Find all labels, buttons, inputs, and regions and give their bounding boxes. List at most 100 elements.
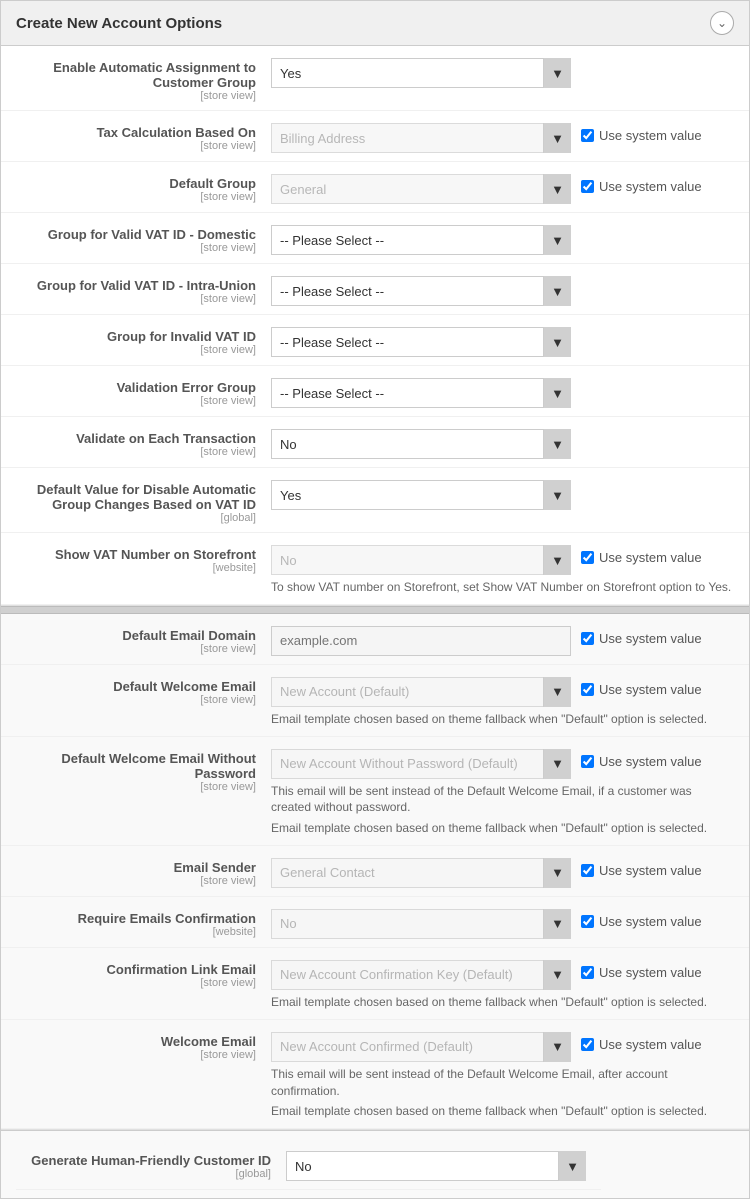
panel-header: Create New Account Options ⌄ (1, 1, 749, 46)
form-row-group-valid-vat-intra-union: Group for Valid VAT ID - Intra-Union[sto… (1, 264, 749, 315)
default-email-domain-use-system-value[interactable]: Use system value (581, 626, 702, 646)
group-valid-vat-intra-union-label: Group for Valid VAT ID - Intra-Union (16, 278, 256, 293)
tax-calculation-based-on-use-system-value-label: Use system value (599, 128, 702, 143)
tax-calculation-based-on-scope: [store view] (16, 140, 256, 152)
default-welcome-email-no-password-hint: Email template chosen based on theme fal… (271, 820, 734, 837)
require-emails-confirmation-select: NoYes (271, 909, 571, 939)
undefined-label-area: Generate Human-Friendly Customer ID[glob… (31, 1147, 286, 1180)
show-vat-number-hint: To show VAT number on Storefront, set Sh… (271, 579, 734, 596)
validation-error-group-select-wrap: -- Please Select --▼ (271, 378, 571, 408)
default-welcome-email-no-password-select: New Account Without Password (Default) (271, 749, 571, 779)
group-invalid-vat-label-area: Group for Invalid VAT ID[store view] (16, 323, 271, 356)
default-welcome-email-no-password-control-area: New Account Without Password (Default)▼U… (271, 745, 734, 837)
form-row-default-welcome-email: Default Welcome Email[store view]New Acc… (1, 665, 749, 737)
form-row-disable-auto-group-changes: Default Value for Disable Automatic Grou… (1, 468, 749, 533)
form-row-default-welcome-email-no-password: Default Welcome Email Without Password[s… (1, 737, 749, 846)
auto-assign-customer-group-select-wrap: YesNo▼ (271, 58, 571, 88)
default-welcome-email-control-area: New Account (Default)▼Use system valueEm… (271, 673, 734, 728)
validate-each-transaction-select[interactable]: NoYes (271, 429, 571, 459)
email-sender-select-wrap: General Contact▼ (271, 858, 571, 888)
require-emails-confirmation-use-system-value[interactable]: Use system value (581, 909, 702, 929)
default-group-use-system-value[interactable]: Use system value (581, 174, 702, 194)
tax-calculation-based-on-select: Billing AddressShipping Address (271, 123, 571, 153)
undefined-scope: [global] (31, 1168, 271, 1180)
tax-calculation-based-on-use-system-value-checkbox[interactable] (581, 129, 594, 142)
default-welcome-email-no-password-use-system-value-label: Use system value (599, 754, 702, 769)
welcome-email-hint: Email template chosen based on theme fal… (271, 1103, 734, 1120)
welcome-email-use-system-value-checkbox[interactable] (581, 1038, 594, 1051)
default-email-domain-label: Default Email Domain (16, 628, 256, 643)
welcome-email-use-system-value[interactable]: Use system value (581, 1032, 702, 1052)
default-welcome-email-use-system-value-checkbox[interactable] (581, 683, 594, 696)
default-welcome-email-no-password-hint2: This email will be sent instead of the D… (271, 783, 734, 817)
confirmation-link-email-use-system-value-checkbox[interactable] (581, 966, 594, 979)
group-invalid-vat-select[interactable]: -- Please Select -- (271, 327, 571, 357)
show-vat-number-use-system-value[interactable]: Use system value (581, 545, 702, 565)
default-group-select-wrap: GeneralWholesaleRetailer▼ (271, 174, 571, 204)
undefined-select[interactable]: NoYes (286, 1151, 586, 1181)
confirmation-link-email-use-system-value[interactable]: Use system value (581, 960, 702, 980)
email-sender-use-system-value-checkbox[interactable] (581, 864, 594, 877)
default-welcome-email-use-system-value[interactable]: Use system value (581, 677, 702, 697)
confirmation-link-email-select: New Account Confirmation Key (Default) (271, 960, 571, 990)
group-valid-vat-intra-union-select[interactable]: -- Please Select -- (271, 276, 571, 306)
default-group-use-system-value-checkbox[interactable] (581, 180, 594, 193)
validate-each-transaction-control-area: NoYes▼ (271, 425, 734, 459)
form-row-validation-error-group: Validation Error Group[store view]-- Ple… (1, 366, 749, 417)
welcome-email-scope: [store view] (16, 1049, 256, 1061)
group-valid-vat-domestic-select[interactable]: -- Please Select -- (271, 225, 571, 255)
panel-title: Create New Account Options (16, 15, 222, 32)
form-row-undefined: Generate Human-Friendly Customer ID[glob… (16, 1139, 601, 1190)
default-welcome-email-no-password-label: Default Welcome Email Without Password (16, 751, 256, 781)
require-emails-confirmation-scope: [website] (16, 926, 256, 938)
group-valid-vat-intra-union-select-wrap: -- Please Select --▼ (271, 276, 571, 306)
show-vat-number-select: NoYes (271, 545, 571, 575)
validate-each-transaction-label: Validate on Each Transaction (16, 431, 256, 446)
show-vat-number-control-area: NoYes▼ Use system value To show VAT number… (271, 541, 734, 596)
welcome-email-label-area: Welcome Email[store view] (16, 1028, 271, 1061)
default-email-domain-use-system-value-checkbox[interactable] (581, 632, 594, 645)
auto-assign-customer-group-select[interactable]: YesNo (271, 58, 571, 88)
create-new-account-options-panel: Create New Account Options ⌄ Enable Auto… (0, 0, 750, 1199)
group-valid-vat-intra-union-control-area: -- Please Select --▼ (271, 272, 734, 306)
undefined-label: Generate Human-Friendly Customer ID (31, 1153, 271, 1168)
confirmation-link-email-control-area: New Account Confirmation Key (Default)▼U… (271, 956, 734, 1011)
group-invalid-vat-label: Group for Invalid VAT ID (16, 329, 256, 344)
default-email-domain-use-system-value-label: Use system value (599, 631, 702, 646)
form-row-confirmation-link-email: Confirmation Link Email[store view]New A… (1, 948, 749, 1020)
panel-toggle-button[interactable]: ⌄ (710, 11, 734, 35)
confirmation-link-email-scope: [store view] (16, 977, 256, 989)
show-vat-number-label-area: Show VAT Number on Storefront[website] (16, 541, 271, 574)
default-welcome-email-use-system-value-label: Use system value (599, 682, 702, 697)
disable-auto-group-changes-select[interactable]: YesNo (271, 480, 571, 510)
group-valid-vat-domestic-control-area: -- Please Select --▼ (271, 221, 734, 255)
default-email-domain-control-area: Use system value (271, 622, 734, 656)
welcome-email-select: New Account Confirmed (Default) (271, 1032, 571, 1062)
default-welcome-email-hint: Email template chosen based on theme fal… (271, 711, 734, 728)
validation-error-group-scope: [store view] (16, 395, 256, 407)
email-sender-use-system-value[interactable]: Use system value (581, 858, 702, 878)
default-welcome-email-no-password-use-system-value-checkbox[interactable] (581, 755, 594, 768)
default-welcome-email-label: Default Welcome Email (16, 679, 256, 694)
email-sender-scope: [store view] (16, 875, 256, 887)
disable-auto-group-changes-label-area: Default Value for Disable Automatic Grou… (16, 476, 271, 524)
default-welcome-email-label-area: Default Welcome Email[store view] (16, 673, 271, 706)
form-row-require-emails-confirmation: Require Emails Confirmation[website] NoYe… (1, 897, 749, 948)
tax-calculation-based-on-use-system-value[interactable]: Use system value (581, 123, 702, 143)
confirmation-link-email-use-system-value-label: Use system value (599, 965, 702, 980)
default-group-scope: [store view] (16, 191, 256, 203)
show-vat-number-use-system-value-label: Use system value (599, 550, 702, 565)
require-emails-confirmation-label: Require Emails Confirmation (16, 911, 256, 926)
group-valid-vat-domestic-scope: [store view] (16, 242, 256, 254)
default-welcome-email-scope: [store view] (16, 694, 256, 706)
form-row-group-invalid-vat: Group for Invalid VAT ID[store view]-- P… (1, 315, 749, 366)
default-welcome-email-no-password-use-system-value[interactable]: Use system value (581, 749, 702, 769)
validation-error-group-select[interactable]: -- Please Select -- (271, 378, 571, 408)
show-vat-number-use-system-value-checkbox[interactable] (581, 551, 594, 564)
group-valid-vat-intra-union-scope: [store view] (16, 293, 256, 305)
require-emails-confirmation-select-wrap: NoYes▼ (271, 909, 571, 939)
default-group-use-system-value-label: Use system value (599, 179, 702, 194)
require-emails-confirmation-use-system-value-checkbox[interactable] (581, 915, 594, 928)
show-vat-number-select-wrap: NoYes▼ (271, 545, 571, 575)
bottom-section: Generate Human-Friendly Customer ID[glob… (1, 1130, 749, 1198)
